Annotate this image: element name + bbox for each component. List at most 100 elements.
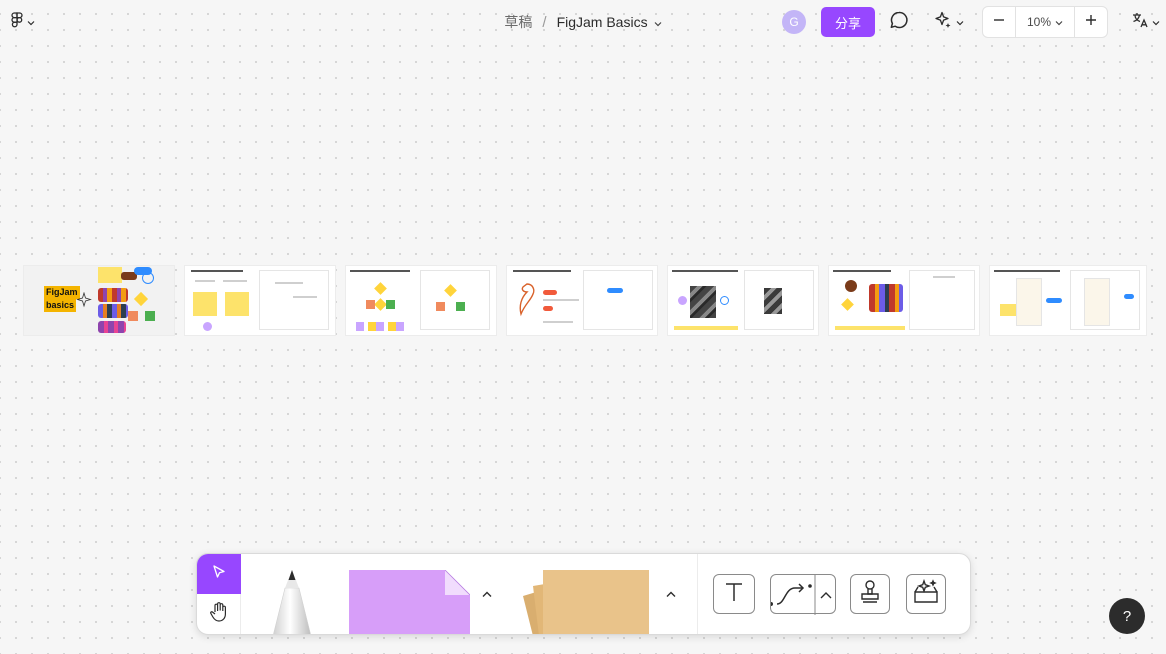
marker-icon xyxy=(273,570,311,634)
section-thumbnail[interactable] xyxy=(345,265,497,336)
hand-icon xyxy=(209,601,229,628)
section-heading xyxy=(672,270,738,272)
square-shape xyxy=(456,302,465,311)
section-thumbnail[interactable] xyxy=(184,265,336,336)
user-avatar[interactable]: G xyxy=(782,10,806,34)
section-heading xyxy=(191,270,243,272)
section-thumbnail[interactable] xyxy=(989,265,1147,336)
text-line xyxy=(195,280,215,282)
star-sticker xyxy=(841,298,854,311)
chevron-down-icon xyxy=(1055,15,1063,29)
sticky-note xyxy=(193,292,217,316)
toolbar-divider xyxy=(697,554,698,634)
marker-pen-tool[interactable] xyxy=(267,570,317,634)
section-thumbnail[interactable] xyxy=(506,265,658,336)
frame xyxy=(583,270,653,330)
sticker xyxy=(845,280,857,292)
sticker-group xyxy=(869,284,903,312)
sticker-group xyxy=(98,321,126,333)
pill-shape xyxy=(1124,294,1134,299)
ai-sparkle-box-icon xyxy=(912,578,940,610)
chevron-up-icon xyxy=(666,585,676,603)
text-line xyxy=(293,296,317,298)
chevron-up-icon xyxy=(482,585,492,603)
sticky-note xyxy=(98,267,122,283)
text-icon xyxy=(723,580,745,609)
zoom-out-button[interactable] xyxy=(983,7,1015,37)
circle-shape xyxy=(203,322,212,331)
diamond-shape xyxy=(374,282,387,295)
text-line xyxy=(275,282,303,284)
section-thumbnail[interactable]: FigJam basics xyxy=(23,265,175,336)
section-title: FigJam basics xyxy=(44,286,80,312)
pill-shape xyxy=(543,306,553,311)
square-shape xyxy=(386,300,395,309)
hand-tool-button[interactable] xyxy=(197,594,241,634)
section-thumbnail[interactable] xyxy=(828,265,980,336)
bird-drawing xyxy=(519,283,535,317)
sparkle-icon xyxy=(933,10,953,35)
zoom-level: 10% xyxy=(1026,15,1052,29)
highlight-bar xyxy=(835,326,905,330)
sticky-note xyxy=(225,292,249,316)
pill-shape xyxy=(543,290,557,295)
phone-mockup xyxy=(1016,278,1042,326)
creation-toolbar xyxy=(196,553,971,635)
ai-actions-button[interactable] xyxy=(926,10,970,34)
sticky-note xyxy=(1000,304,1016,316)
sticky-note-icon xyxy=(349,569,471,634)
top-bar: 草稿 / FigJam Basics G 分享 10% xyxy=(0,0,1166,44)
pill-shape xyxy=(607,288,623,293)
text-line xyxy=(543,321,573,323)
square-shape xyxy=(128,311,138,321)
text-line xyxy=(933,276,955,278)
circle-shape xyxy=(720,296,729,305)
frame xyxy=(259,270,329,330)
zoom-controls: 10% xyxy=(982,6,1108,38)
help-button[interactable]: ? xyxy=(1109,598,1145,634)
breadcrumb-separator: / xyxy=(542,13,547,31)
square-shape xyxy=(366,300,375,309)
sticky-note-tool[interactable] xyxy=(349,569,471,634)
translate-icon xyxy=(1131,11,1149,34)
square-shape xyxy=(145,311,155,321)
connector-tool-button[interactable] xyxy=(769,574,836,615)
minus-icon xyxy=(993,13,1005,31)
text-tool-button[interactable] xyxy=(713,574,755,614)
sticker-group xyxy=(98,304,128,318)
share-button[interactable]: 分享 xyxy=(821,7,875,37)
photo-collage xyxy=(690,286,716,318)
zoom-level-menu[interactable]: 10% xyxy=(1015,7,1075,37)
comment-button[interactable] xyxy=(886,10,912,34)
diamond-shape xyxy=(374,298,387,311)
breadcrumb-folder[interactable]: 草稿 xyxy=(504,12,532,32)
section-heading xyxy=(833,270,891,272)
mode-switcher xyxy=(197,554,241,634)
text-line xyxy=(223,280,247,282)
section-heading xyxy=(513,270,571,272)
shapes-menu-button[interactable] xyxy=(661,584,681,604)
chevron-down-icon xyxy=(1152,13,1160,31)
plus-icon xyxy=(1085,13,1097,31)
file-name-menu[interactable]: FigJam Basics xyxy=(557,14,662,30)
cursor-arrow-icon xyxy=(211,564,227,585)
section-heading xyxy=(994,270,1060,272)
stamp-tool-button[interactable] xyxy=(850,574,890,614)
sticker-group xyxy=(98,288,128,302)
sticky-color-menu-button[interactable] xyxy=(477,584,497,604)
connector-icon xyxy=(769,575,832,615)
chevron-down-icon xyxy=(654,14,662,30)
sticker-row xyxy=(356,322,406,331)
section-thumbnail[interactable] xyxy=(667,265,819,336)
canvas-sections: FigJam basics xyxy=(23,265,1147,336)
translate-button[interactable] xyxy=(1127,10,1163,34)
frame xyxy=(420,270,490,330)
sparkle-icon xyxy=(76,292,92,308)
ai-templates-button[interactable] xyxy=(906,574,946,614)
select-tool-button[interactable] xyxy=(197,554,241,594)
circle-shape xyxy=(678,296,687,305)
comment-icon xyxy=(889,10,909,35)
square-shape xyxy=(436,302,445,311)
shapes-stack-tool[interactable] xyxy=(519,568,651,634)
zoom-in-button[interactable] xyxy=(1075,7,1107,37)
